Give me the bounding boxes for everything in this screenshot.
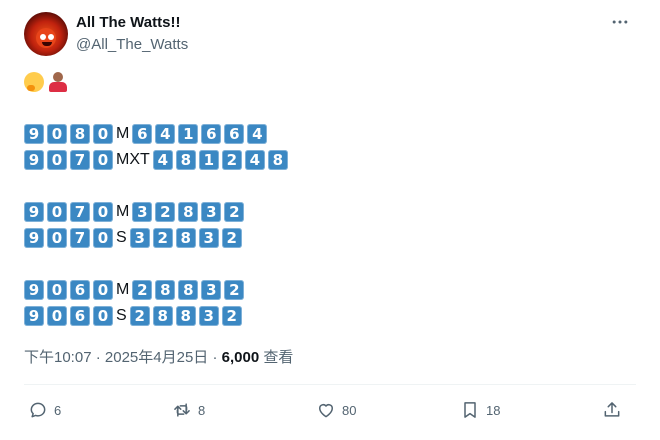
digit-keycap: 3 — [132, 202, 153, 222]
views-count: 6,000 — [221, 349, 260, 366]
digit-keycap: 0 — [47, 202, 67, 222]
share-icon — [604, 402, 620, 417]
thinking-face-emoji — [24, 72, 44, 92]
reply-button[interactable]: 6 — [28, 398, 61, 422]
digit-keycap: 8 — [175, 150, 196, 170]
person-shrugging-emoji — [48, 72, 68, 92]
bookmark-count: 18 — [486, 402, 501, 418]
digit-keycap: 8 — [152, 306, 173, 326]
digit-keycap: 0 — [93, 280, 113, 300]
digit-keycap: 6 — [70, 306, 90, 326]
digit-keycap: 2 — [221, 228, 242, 248]
heart-icon — [319, 404, 333, 418]
digit-keycap: 8 — [155, 280, 176, 300]
digit-keycap: 4 — [244, 150, 265, 170]
digit-keycap: 4 — [247, 124, 268, 144]
author-handle[interactable]: @All_The_Watts — [76, 36, 188, 53]
digit-keycap: 1 — [178, 124, 199, 144]
digit-keycap: 0 — [47, 280, 67, 300]
model-suffix: M — [116, 281, 130, 298]
model-suffix: MXT — [116, 151, 150, 168]
share-button[interactable] — [602, 398, 622, 422]
retweet-count: 8 — [198, 402, 206, 418]
digit-keycap: 6 — [201, 124, 222, 144]
digit-keycap: 2 — [129, 306, 150, 326]
digit-keycap: 7 — [70, 228, 90, 248]
digit-keycap: 3 — [198, 228, 219, 248]
meta-separator: · — [212, 349, 218, 366]
digit-keycap: 3 — [201, 202, 222, 222]
digit-keycap: 6 — [132, 124, 153, 144]
gpu-spec-line: 9070S32832 — [24, 226, 245, 250]
digit-keycap: 0 — [93, 306, 113, 326]
digit-keycap: 0 — [93, 124, 113, 144]
digit-keycap: 0 — [93, 202, 113, 222]
model-suffix: M — [116, 125, 130, 142]
digit-keycap: 6 — [70, 280, 90, 300]
retweet-button[interactable]: 8 — [172, 398, 205, 422]
digit-keycap: 1 — [198, 150, 219, 170]
digit-keycap: 9 — [24, 228, 44, 248]
digit-keycap: 0 — [47, 124, 67, 144]
digit-keycap: 2 — [132, 280, 153, 300]
reply-count: 6 — [54, 402, 62, 418]
digit-keycap: 6 — [224, 124, 245, 144]
digit-keycap: 4 — [152, 150, 173, 170]
retweet-icon — [174, 403, 190, 417]
reply-icon — [30, 402, 46, 418]
digit-keycap: 8 — [178, 202, 199, 222]
digit-keycap: 2 — [221, 306, 242, 326]
like-count: 80 — [342, 402, 357, 418]
digit-keycap: 8 — [175, 228, 196, 248]
views-label: 查看 — [263, 349, 294, 366]
digit-keycap: 3 — [201, 280, 222, 300]
digit-keycap: 0 — [93, 228, 113, 248]
tweet-time[interactable]: 下午10:07 — [24, 349, 92, 366]
digit-keycap: 3 — [129, 228, 150, 248]
avatar[interactable] — [24, 12, 68, 56]
model-suffix: M — [116, 203, 130, 220]
model-suffix: S — [116, 229, 127, 246]
digit-keycap: 7 — [70, 150, 90, 170]
more-options-icon[interactable] — [608, 10, 632, 34]
avatar-eye-right — [48, 34, 54, 40]
digit-keycap: 2 — [224, 280, 245, 300]
bookmark-icon — [464, 402, 476, 418]
divider — [24, 384, 636, 385]
model-suffix: S — [116, 307, 127, 324]
digit-keycap: 2 — [221, 150, 242, 170]
meta-separator: · — [95, 349, 101, 366]
digit-keycap: 2 — [224, 202, 245, 222]
gpu-spec-line: 9070M32832 — [24, 200, 247, 224]
gpu-spec-line: 9060M28832 — [24, 278, 247, 302]
tweet-date[interactable]: 2025年4月25日 — [105, 349, 208, 366]
bookmark-button[interactable]: 18 — [460, 398, 500, 422]
digit-keycap: 4 — [155, 124, 176, 144]
digit-keycap: 0 — [47, 306, 67, 326]
digit-keycap: 8 — [175, 306, 196, 326]
digit-keycap: 2 — [155, 202, 176, 222]
author-display-name[interactable]: All The Watts!! — [76, 14, 180, 31]
digit-keycap: 8 — [267, 150, 288, 170]
digit-keycap: 0 — [47, 228, 67, 248]
digit-keycap: 0 — [47, 150, 67, 170]
tweet-meta: 下午10:07 · 2025年4月25日 · 6,000 查看 — [24, 346, 293, 367]
gpu-spec-line: 9 0 7 0 MXT 4 8 1 2 4 8 — [24, 148, 291, 172]
digit-keycap: 9 — [24, 150, 44, 170]
digit-keycap: 3 — [198, 306, 219, 326]
gpu-spec-line: 9060S28832 — [24, 304, 245, 328]
gpu-spec-line: 9080M641664 — [24, 122, 270, 146]
digit-keycap: 8 — [70, 124, 90, 144]
digit-keycap: 8 — [178, 280, 199, 300]
digit-keycap: 9 — [24, 306, 44, 326]
like-button[interactable]: 80 — [316, 398, 356, 422]
digit-keycap: 9 — [24, 202, 44, 222]
digit-keycap: 2 — [152, 228, 173, 248]
emoji-row — [24, 72, 68, 96]
digit-keycap: 0 — [93, 150, 113, 170]
avatar-eye-left — [40, 34, 46, 40]
digit-keycap: 9 — [24, 280, 44, 300]
digit-keycap: 7 — [70, 202, 90, 222]
digit-keycap: 9 — [24, 124, 44, 144]
